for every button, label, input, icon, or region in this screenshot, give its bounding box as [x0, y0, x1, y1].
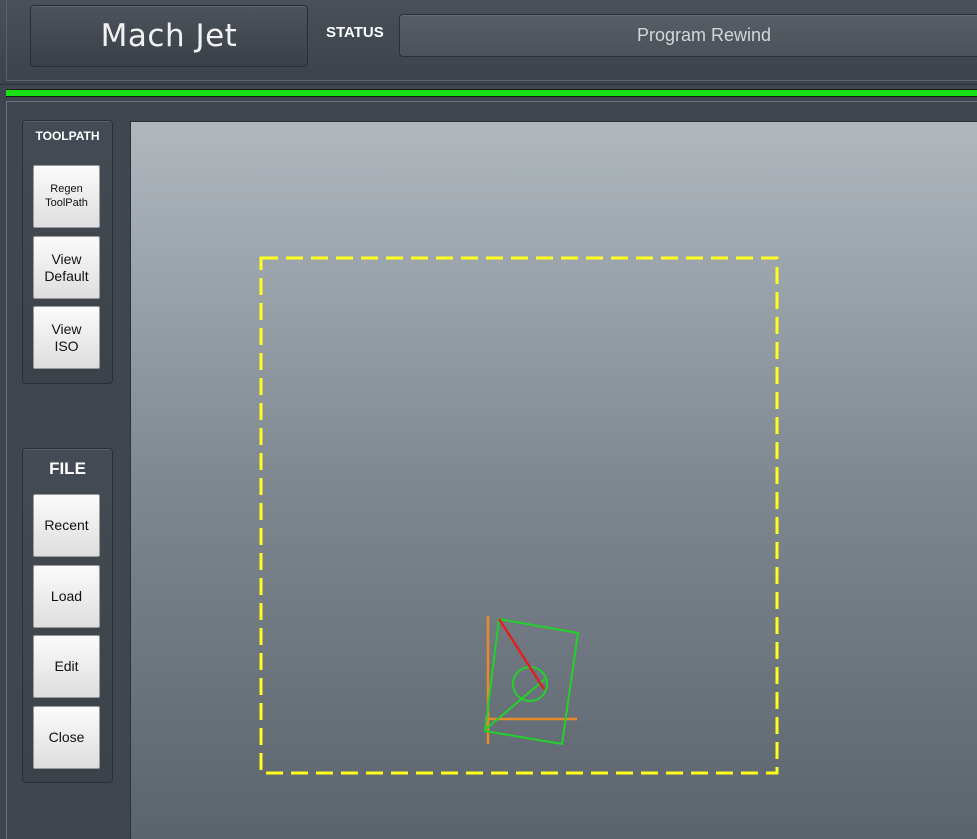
- header-bar: Mach Jet STATUS Program Rewind: [0, 0, 977, 85]
- view-default-button-label: View Default: [44, 250, 89, 284]
- close-button[interactable]: Close: [33, 706, 100, 769]
- file-panel-title: FILE: [49, 459, 86, 478]
- toolpath-viewport[interactable]: [130, 121, 977, 839]
- status-label: STATUS: [326, 24, 384, 41]
- toolpath-canvas: [259, 256, 779, 775]
- progress-fill: [6, 90, 977, 96]
- close-button-label: Close: [48, 729, 85, 746]
- regen-toolpath-button-label: Regen ToolPath: [45, 183, 88, 209]
- status-display: Program Rewind: [399, 14, 977, 57]
- file-panel: FILE Recent Load Edit Close: [22, 448, 113, 783]
- edit-button[interactable]: Edit: [33, 635, 100, 698]
- logo-text: Mach Jet: [100, 18, 238, 54]
- toolpath-panel: TOOLPATH Regen ToolPath View Default Vie…: [22, 120, 113, 384]
- view-iso-button[interactable]: View ISO: [33, 306, 100, 369]
- load-button-label: Load: [50, 588, 83, 605]
- recent-button-label: Recent: [44, 517, 89, 534]
- toolpath-panel-title: TOOLPATH: [35, 129, 100, 143]
- load-button[interactable]: Load: [33, 565, 100, 628]
- logo: Mach Jet: [30, 5, 308, 67]
- toolpath-diagonal: [485, 678, 546, 730]
- status-text: Program Rewind: [636, 25, 772, 45]
- mach-jet-window: Mach Jet STATUS Program Rewind TOOLPATH …: [0, 0, 977, 839]
- view-default-button[interactable]: View Default: [33, 236, 100, 299]
- current-move-line: [497, 618, 546, 690]
- view-iso-button-label: View ISO: [51, 320, 82, 354]
- edit-button-label: Edit: [54, 658, 79, 675]
- toolpath-outline: [483, 617, 580, 746]
- regen-toolpath-button[interactable]: Regen ToolPath: [33, 165, 100, 228]
- recent-button[interactable]: Recent: [33, 494, 100, 557]
- progress-bar: [6, 89, 977, 97]
